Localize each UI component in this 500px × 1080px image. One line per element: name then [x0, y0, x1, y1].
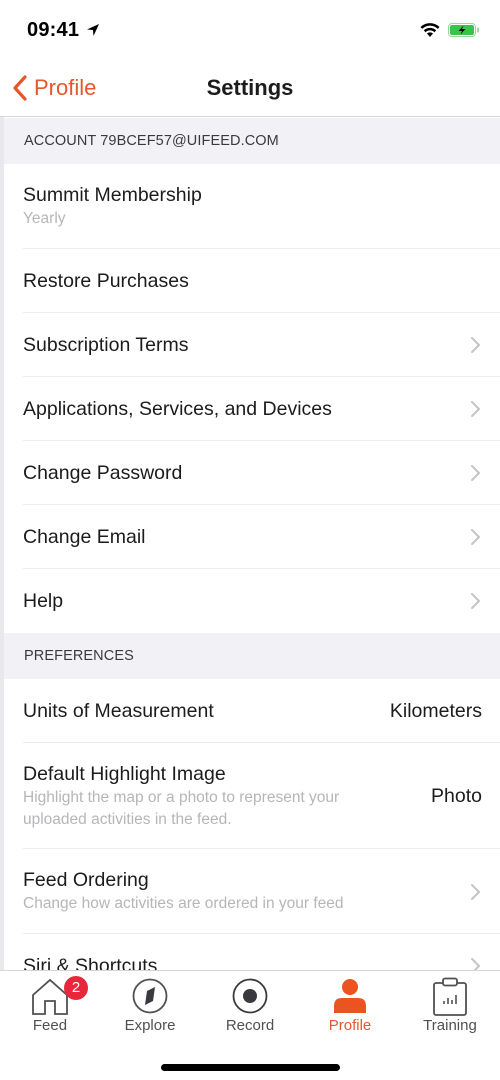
row-title: Subscription Terms — [23, 334, 189, 356]
row-title: Change Email — [23, 526, 146, 548]
home-indicator[interactable] — [161, 1064, 340, 1071]
section-header-account: ACCOUNT 79BCEF57@UIFEED.COM — [4, 118, 500, 164]
row-title: Default Highlight Image — [23, 762, 226, 785]
row-title: Applications, Services, and Devices — [23, 398, 332, 420]
row-title: Siri & Shortcuts — [23, 955, 158, 970]
row-title: Restore Purchases — [23, 270, 189, 292]
tab-label: Feed — [32, 1017, 68, 1034]
tab-record[interactable]: Record — [200, 971, 300, 1041]
row-subtitle: Yearly — [23, 210, 66, 227]
chevron-right-icon — [471, 401, 480, 417]
tab-profile[interactable]: Profile — [300, 971, 400, 1041]
row-title: Feed Ordering — [23, 869, 149, 891]
row-subtitle: Change how activities are ordered in you… — [23, 895, 344, 912]
row-change-email[interactable]: Change Email — [4, 505, 500, 569]
tab-label: Profile — [328, 1017, 372, 1034]
battery-charging-icon — [448, 23, 479, 37]
tab-explore[interactable]: Explore — [100, 971, 200, 1041]
row-summit-membership[interactable]: Summit Membership Yearly — [4, 164, 500, 249]
chevron-right-icon — [471, 529, 480, 545]
row-applications-services-devices[interactable]: Applications, Services, and Devices — [4, 377, 500, 441]
status-time: 09:41 — [27, 19, 80, 41]
chevron-right-icon — [471, 593, 480, 609]
row-title: Units of Measurement — [23, 700, 214, 722]
location-arrow-icon — [87, 24, 99, 36]
navigation-bar: Profile Settings — [0, 60, 500, 117]
status-bar: 09:41 — [0, 0, 500, 60]
row-units-of-measurement[interactable]: Units of Measurement Kilometers — [4, 679, 500, 743]
tab-feed[interactable]: 2 Feed — [0, 971, 100, 1041]
row-title: Help — [23, 590, 64, 612]
tab-label: Training — [423, 1017, 477, 1034]
clipboard-chart-icon — [433, 977, 467, 1016]
page-title: Settings — [206, 75, 294, 100]
chevron-right-icon — [471, 465, 480, 481]
row-value: Kilometers — [389, 699, 482, 722]
row-siri-shortcuts[interactable]: Siri & Shortcuts — [4, 934, 500, 970]
settings-list[interactable]: ACCOUNT 79BCEF57@UIFEED.COM Summit Membe… — [4, 118, 500, 970]
row-subtitle: Highlight the map or a photo to represen… — [23, 788, 340, 828]
compass-icon — [132, 978, 168, 1014]
row-restore-purchases[interactable]: Restore Purchases — [4, 249, 500, 313]
row-title: Change Password — [23, 462, 183, 484]
row-value: Photo — [431, 784, 482, 807]
chevron-right-icon — [471, 337, 480, 353]
section-header-preferences: PREFERENCES — [4, 633, 500, 679]
chevron-right-icon — [471, 883, 480, 900]
record-icon — [232, 978, 268, 1014]
person-icon — [334, 979, 366, 1013]
wifi-icon — [420, 23, 440, 37]
row-title: Summit Membership — [23, 184, 202, 206]
row-subscription-terms[interactable]: Subscription Terms — [4, 313, 500, 377]
tab-bar: 2 Feed Explore Record Profile Training — [0, 970, 500, 1080]
tab-training[interactable]: Training — [400, 971, 500, 1041]
notification-badge: 2 — [64, 976, 88, 1000]
row-change-password[interactable]: Change Password — [4, 441, 500, 505]
chevron-right-icon — [471, 958, 480, 970]
tab-label: Explore — [124, 1017, 176, 1034]
tab-label: Record — [225, 1017, 275, 1034]
row-feed-ordering[interactable]: Feed Ordering Change how activities are … — [4, 849, 500, 934]
row-help[interactable]: Help — [4, 569, 500, 633]
row-default-highlight-image[interactable]: Default Highlight Image Highlight the ma… — [4, 743, 500, 849]
